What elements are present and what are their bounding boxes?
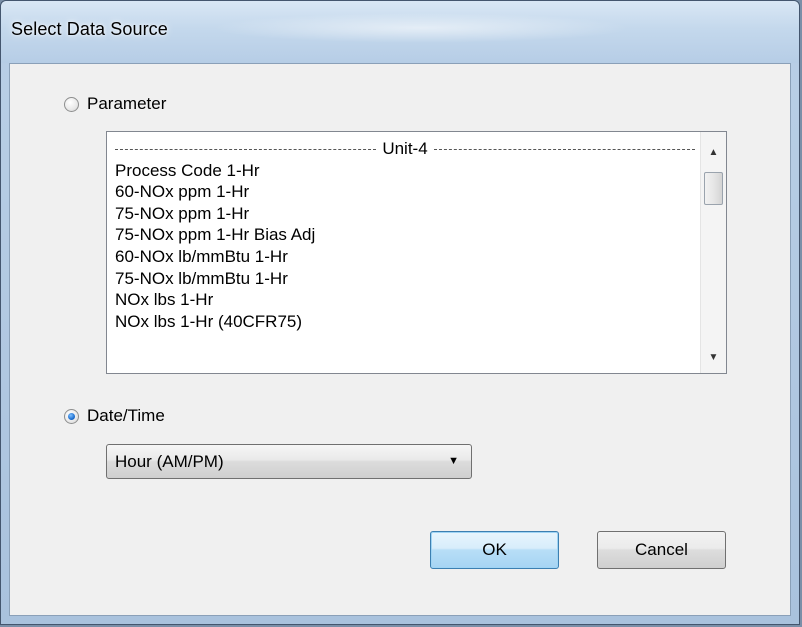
dialog-window: Select Data Source Parameter Unit-4 Proc… (0, 0, 800, 625)
parameter-list-items: Unit-4 Process Code 1-Hr 60-NOx ppm 1-Hr… (115, 138, 696, 333)
list-item[interactable]: 75-NOx ppm 1-Hr (115, 203, 695, 225)
datetime-format-dropdown[interactable]: Hour (AM/PM) ▼ (106, 444, 472, 479)
datetime-format-value: Hour (AM/PM) (115, 452, 224, 471)
datetime-radio-button[interactable] (64, 408, 79, 424)
datetime-radio-label: Date/Time (87, 406, 165, 425)
ok-button[interactable]: OK (430, 531, 559, 569)
parameter-radio-option[interactable]: Parameter (64, 94, 166, 114)
chevron-down-icon[interactable]: ▼ (448, 455, 459, 467)
dialog-body: Parameter Unit-4 Process Code 1-Hr 60-NO… (9, 63, 791, 616)
list-group-header: Unit-4 (115, 138, 696, 160)
list-item[interactable]: NOx lbs 1-Hr (115, 289, 695, 311)
list-item[interactable]: 75-NOx ppm 1-Hr Bias Adj (115, 224, 695, 246)
list-item[interactable]: 75-NOx lb/mmBtu 1-Hr (115, 268, 695, 290)
list-item[interactable]: 60-NOx ppm 1-Hr (115, 181, 695, 203)
parameter-radio-button[interactable] (64, 96, 79, 112)
title-bar[interactable]: Select Data Source (1, 1, 799, 63)
scroll-up-arrow-icon[interactable]: ▲ (701, 142, 726, 162)
cancel-button[interactable]: Cancel (597, 531, 726, 569)
header-divider-left (115, 149, 377, 151)
header-divider-right (433, 149, 696, 151)
window-title: Select Data Source (11, 19, 168, 39)
datetime-radio-option[interactable]: Date/Time (64, 406, 165, 426)
scroll-thumb[interactable] (704, 172, 723, 205)
scroll-down-arrow-icon[interactable]: ▼ (701, 347, 726, 367)
list-item[interactable]: NOx lbs 1-Hr (40CFR75) (115, 311, 695, 333)
list-item[interactable]: 60-NOx lb/mmBtu 1-Hr (115, 246, 695, 268)
parameter-radio-label: Parameter (87, 94, 167, 113)
list-group-label: Unit-4 (382, 139, 428, 158)
list-scrollbar[interactable]: ▲ ▼ (700, 132, 726, 373)
parameter-listbox[interactable]: Unit-4 Process Code 1-Hr 60-NOx ppm 1-Hr… (106, 131, 727, 374)
list-item[interactable]: Process Code 1-Hr (115, 160, 695, 182)
title-bar-glow (211, 13, 631, 43)
